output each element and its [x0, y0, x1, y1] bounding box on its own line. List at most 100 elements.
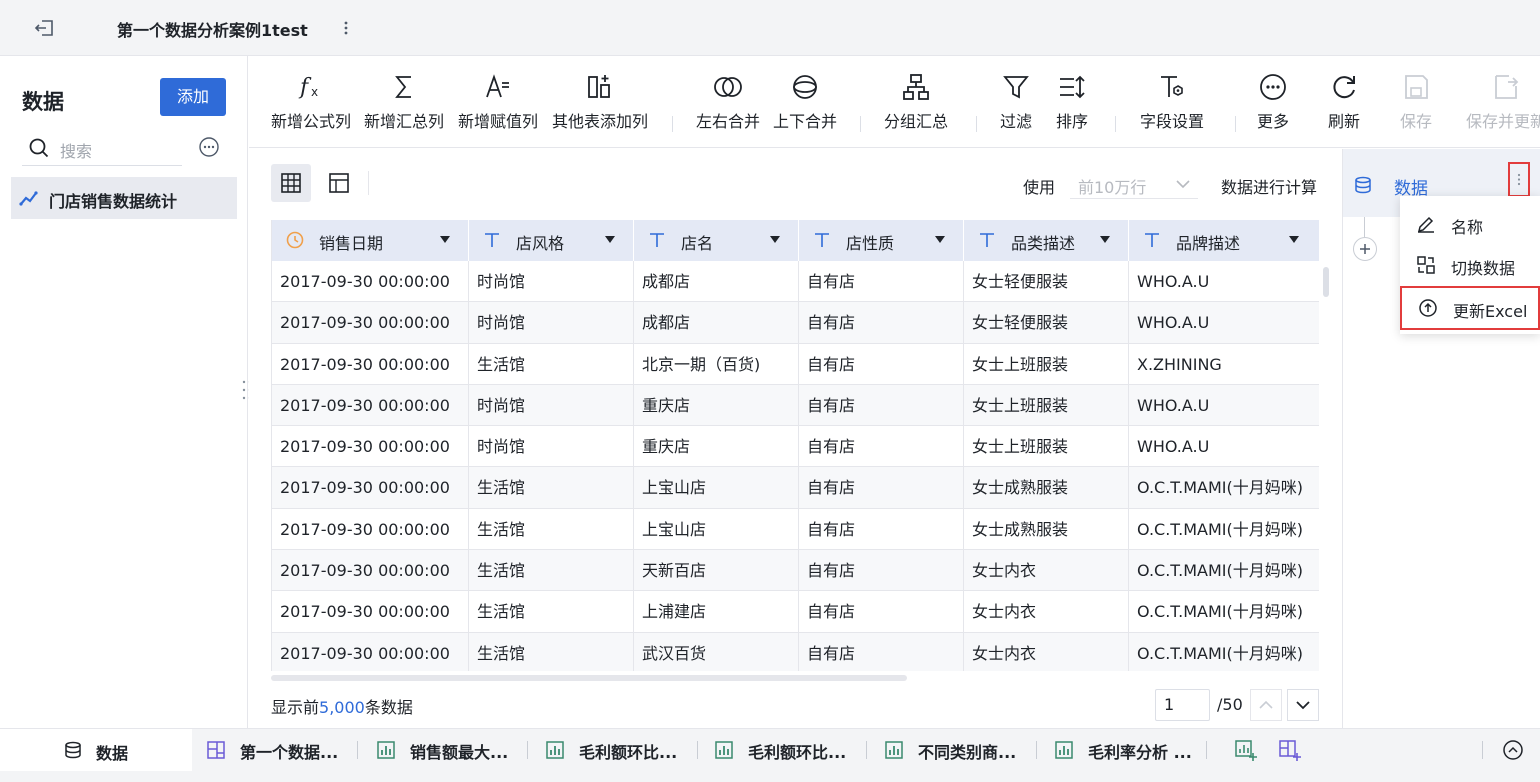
dropdown-caret-icon[interactable]	[605, 236, 615, 243]
tab-dashboard[interactable]: 第一个数据...	[192, 729, 356, 771]
table-cell: O.C.T.MAMI(十月妈咪)	[1129, 591, 1319, 632]
search-input[interactable]: 搜索	[22, 130, 182, 166]
add-formula-column-button[interactable]: fx 新增公式列	[271, 72, 351, 132]
grid-view-button[interactable]	[271, 164, 311, 202]
chart-icon	[885, 741, 903, 759]
add-dashboard-icon[interactable]	[1278, 738, 1302, 762]
column-header[interactable]: 销售日期	[272, 220, 469, 261]
add-summary-column-button[interactable]: 新增汇总列	[364, 72, 444, 132]
tab-label: 第一个数据...	[240, 743, 339, 762]
column-label: 店性质	[846, 234, 895, 253]
save-and-update-button[interactable]: 保存并更新	[1466, 72, 1540, 132]
table-cell: 重庆店	[634, 384, 799, 426]
menu-item-switch-data[interactable]: 切换数据	[1400, 245, 1540, 286]
dashboard-icon	[207, 741, 225, 759]
filter-button[interactable]: 过滤	[1000, 72, 1032, 132]
table-cell: 女士内衣	[964, 632, 1129, 671]
table-cell: 生活馆	[469, 467, 634, 509]
prev-page-button[interactable]	[1250, 689, 1282, 721]
table-row: 2017-09-30 00:00:00 生活馆 天新百店 自有店 女士内衣 O.C.T.M…	[272, 550, 1319, 592]
database-icon	[1355, 176, 1371, 194]
table-row: 2017-09-30 00:00:00 生活馆 武汉百货 自有店 女士内衣 O.C.T.M…	[272, 632, 1319, 671]
table-cell: 女士内衣	[964, 550, 1129, 592]
dropdown-caret-icon[interactable]	[935, 236, 945, 243]
toolbar-divider	[860, 116, 861, 132]
tab-data[interactable]: 数据	[0, 729, 192, 771]
tab-chart[interactable]: 不同类别商...	[870, 729, 1034, 771]
add-assign-column-button[interactable]: 新增赋值列	[458, 72, 538, 132]
tool-label: 刷新	[1328, 112, 1361, 131]
tab-chart[interactable]: 销售额最大...	[362, 729, 526, 771]
add-chart-icon[interactable]	[1234, 738, 1258, 762]
dropdown-caret-icon[interactable]	[1289, 236, 1299, 243]
column-header[interactable]: 店名	[634, 220, 799, 261]
sidebar-item-label: 门店销售数据统计	[49, 192, 178, 211]
dropdown-caret-icon[interactable]	[770, 236, 780, 243]
title-menu-icon[interactable]	[338, 14, 354, 42]
field-settings-button[interactable]: 字段设置	[1140, 72, 1204, 132]
table-cell: 2017-09-30 00:00:00	[272, 550, 469, 592]
page-number-input[interactable]: 1	[1155, 689, 1210, 721]
table-cell: 女士轻便服装	[964, 261, 1129, 302]
table-cell: 2017-09-30 00:00:00	[272, 591, 469, 633]
merge-horizontal-button[interactable]: 左右合并	[696, 72, 760, 132]
table-cell: 女士上班服装	[964, 343, 1129, 385]
add-step-button[interactable]	[1353, 237, 1377, 261]
table-cell: 自有店	[799, 302, 964, 344]
menu-item-update-excel[interactable]: 更新Excel	[1400, 286, 1540, 330]
row-count-value: 5,000	[319, 698, 365, 717]
divider	[368, 171, 369, 195]
switch-data-icon	[1417, 256, 1435, 274]
database-icon	[65, 741, 81, 759]
table-cell: 北京一期（百货)	[634, 343, 799, 385]
table-cell: 2017-09-30 00:00:00	[272, 467, 469, 509]
table-row: 2017-09-30 00:00:00 生活馆 北京一期（百货) 自有店 女士上班服装 X…	[272, 343, 1319, 385]
row-limit-select[interactable]: 前10万行	[1070, 169, 1198, 199]
column-header[interactable]: 品类描述	[964, 220, 1129, 261]
group-summary-button[interactable]: 分组汇总	[884, 72, 948, 132]
toolbar: fx 新增公式列 新增汇总列 新增赋值列 其他表添加列 左右合并 上下合并 分组…	[249, 56, 1540, 148]
dropdown-caret-icon[interactable]	[440, 236, 450, 243]
next-page-button[interactable]	[1287, 689, 1319, 721]
dropdown-caret-icon[interactable]	[1100, 236, 1110, 243]
table-cell: 生活馆	[469, 632, 634, 671]
tab-chart[interactable]: 毛利额环比...	[700, 729, 864, 771]
tab-chart[interactable]: 毛利额环比...	[531, 729, 695, 771]
add-column-from-table-button[interactable]: 其他表添加列	[552, 72, 648, 132]
column-header[interactable]: 店性质	[799, 220, 964, 261]
sort-button[interactable]: 排序	[1056, 72, 1088, 132]
column-header[interactable]: 店风格	[469, 220, 634, 261]
collapse-icon[interactable]	[1502, 739, 1524, 761]
table-cell: 重庆店	[634, 426, 799, 468]
vertical-scrollbar[interactable]	[1323, 267, 1329, 297]
calc-label: 数据进行计算	[1221, 178, 1318, 197]
add-button[interactable]: 添加	[160, 78, 226, 116]
tab-chart[interactable]: 毛利率分析 ...	[1040, 729, 1204, 771]
refresh-button[interactable]: 刷新	[1328, 72, 1360, 132]
table-cell: O.C.T.MAMI(十月妈咪)	[1129, 633, 1319, 671]
menu-item-label: 名称	[1451, 218, 1484, 237]
more-options-icon[interactable]	[198, 136, 220, 158]
menu-item-rename[interactable]: 名称	[1400, 204, 1540, 245]
chevron-down-icon	[1176, 180, 1190, 189]
data-table: 销售日期 店风格 店名 店性质 品类描述 品牌描述 2017-09-30 00:…	[271, 220, 1319, 671]
merge-vertical-button[interactable]: 上下合并	[773, 72, 837, 132]
menu-item-label: 切换数据	[1451, 259, 1516, 278]
top-bar: 第一个数据分析案例1test	[0, 0, 1540, 56]
column-header[interactable]: 品牌描述	[1129, 220, 1319, 261]
text-type-icon	[815, 233, 829, 247]
tool-label: 排序	[1056, 112, 1089, 131]
node-menu-icon[interactable]	[1508, 162, 1530, 197]
connector-line	[1364, 217, 1365, 237]
sidebar-item-store-sales[interactable]: 门店销售数据统计	[11, 177, 237, 219]
more-button[interactable]: 更多	[1257, 72, 1289, 132]
save-button[interactable]: 保存	[1400, 72, 1432, 132]
layout-view-button[interactable]	[319, 164, 359, 202]
table-cell: X.ZHINING	[1129, 344, 1319, 385]
horizontal-scrollbar[interactable]	[271, 675, 907, 681]
table-cell: 2017-09-30 00:00:00	[272, 343, 469, 385]
table-cell: WHO.A.U	[1129, 302, 1319, 343]
exit-icon[interactable]	[30, 14, 58, 42]
text-type-icon	[1145, 233, 1159, 247]
chart-icon	[1055, 741, 1073, 759]
